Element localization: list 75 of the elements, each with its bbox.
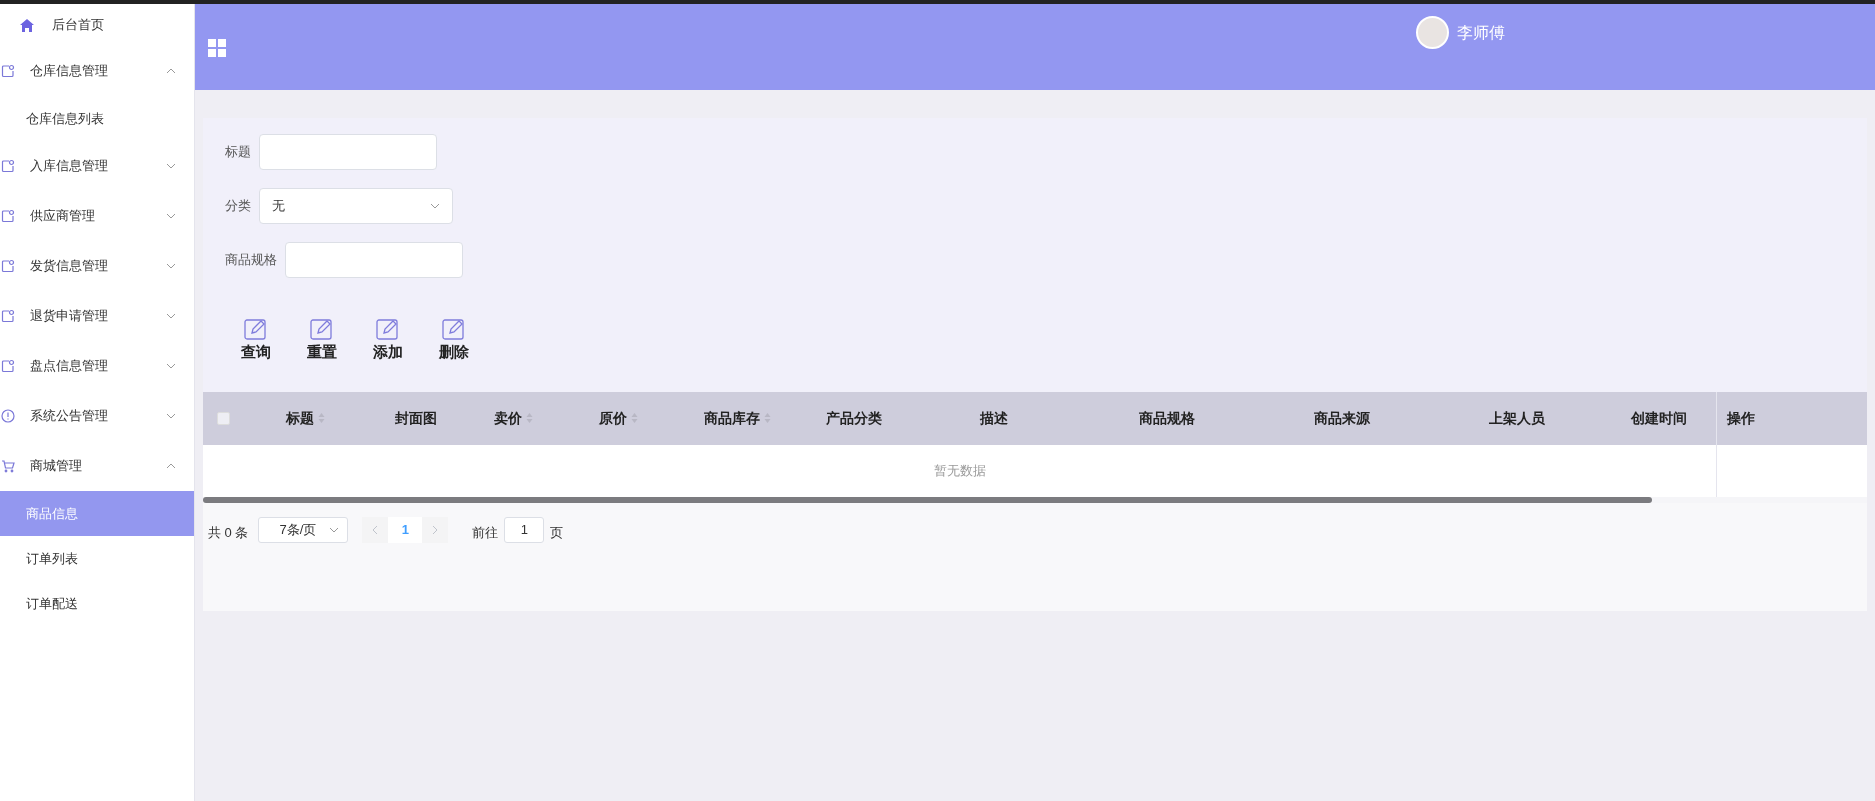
column-header[interactable]: 卖价 — [493, 407, 533, 429]
sort-icon[interactable] — [525, 412, 533, 424]
chevron-up-icon — [166, 463, 176, 469]
chevron-down-icon — [329, 526, 340, 533]
column-header: 操作 — [1727, 408, 1755, 428]
menu-group[interactable]: 商城管理 — [0, 441, 194, 491]
goto-suffix: 页 — [550, 523, 564, 542]
submenu-item[interactable]: 仓库信息列表 — [0, 96, 194, 141]
menu-group[interactable]: 系统公告管理 — [0, 391, 194, 441]
edit-icon — [376, 318, 400, 340]
sort-icon[interactable] — [630, 412, 638, 424]
tag-icon — [1, 359, 15, 373]
category-select[interactable]: 无 — [259, 188, 453, 224]
tag-icon — [1, 64, 15, 78]
chevron-down-icon — [166, 363, 176, 369]
action-button[interactable]: 添加 — [373, 318, 403, 364]
grid-icon[interactable] — [208, 39, 226, 57]
column-header[interactable]: 原价 — [598, 407, 638, 429]
edit-icon — [310, 318, 334, 340]
chevron-down-icon — [430, 203, 440, 209]
column-header[interactable]: 商品库存 — [703, 407, 771, 429]
cart-icon — [1, 459, 15, 473]
menu-group[interactable]: 发货信息管理 — [0, 241, 194, 291]
filter-label: 商品规格 — [225, 251, 277, 270]
chevron-down-icon — [166, 213, 176, 219]
column-header[interactable]: 商品规格 — [1138, 407, 1195, 429]
scrollbar[interactable] — [203, 496, 1652, 503]
page-size-select[interactable]: 7条/页 — [258, 516, 349, 543]
goto-label: 前往 — [472, 523, 499, 542]
total-count: 共 0 条 — [208, 523, 249, 542]
menu-group[interactable]: 供应商管理 — [0, 191, 194, 241]
chevron-down-icon — [166, 313, 176, 319]
filter-field[interactable] — [285, 242, 463, 278]
prev-page-button[interactable] — [362, 516, 389, 543]
sort-icon[interactable] — [763, 412, 771, 424]
home-icon — [20, 18, 34, 32]
filter-label: 标题 — [225, 143, 251, 162]
select-all-checkbox[interactable] — [216, 411, 230, 425]
menu-item[interactable]: 后台首页 — [0, 4, 194, 46]
column-header[interactable]: 标题 — [285, 407, 325, 429]
tag-icon — [1, 259, 15, 273]
action-button[interactable]: 删除 — [439, 318, 469, 364]
tag-icon — [1, 209, 15, 223]
avatar[interactable] — [1416, 16, 1449, 49]
chevron-down-icon — [166, 413, 176, 419]
submenu-item[interactable]: 订单列表 — [0, 536, 194, 581]
column-header[interactable]: 上架人员 — [1488, 407, 1545, 429]
sort-icon[interactable] — [317, 412, 325, 424]
edit-icon — [442, 318, 466, 340]
edit-icon — [244, 318, 268, 340]
empty-text: 暂无数据 — [933, 461, 986, 480]
submenu-item[interactable]: 订单配送 — [0, 581, 194, 626]
chevron-up-icon — [166, 68, 176, 74]
column-header[interactable]: 封面图 — [395, 407, 437, 429]
goto-page-field[interactable]: 1 — [504, 516, 545, 543]
column-header[interactable]: 产品分类 — [826, 407, 882, 429]
column-header[interactable]: 商品来源 — [1313, 407, 1370, 429]
action-button[interactable]: 查询 — [241, 318, 271, 364]
chevron-left-icon — [372, 524, 379, 535]
menu-group[interactable]: 盘点信息管理 — [0, 341, 194, 391]
filter-field[interactable] — [259, 134, 437, 170]
tag-icon — [1, 159, 15, 173]
menu-group[interactable]: 入库信息管理 — [0, 141, 194, 191]
filter-label: 分类 — [225, 197, 251, 216]
menu-group[interactable]: 退货申请管理 — [0, 291, 194, 341]
chevron-down-icon — [166, 163, 176, 169]
action-button[interactable]: 重置 — [307, 318, 337, 364]
column-header[interactable]: 创建时间 — [1631, 407, 1687, 429]
chevron-right-icon — [432, 524, 439, 535]
column-header[interactable]: 描述 — [980, 407, 1008, 429]
chevron-down-icon — [166, 263, 176, 269]
next-page-button[interactable] — [422, 516, 449, 543]
tag-icon — [1, 309, 15, 323]
menu-group[interactable]: 仓库信息管理 — [0, 46, 194, 96]
alert-icon — [1, 409, 15, 423]
